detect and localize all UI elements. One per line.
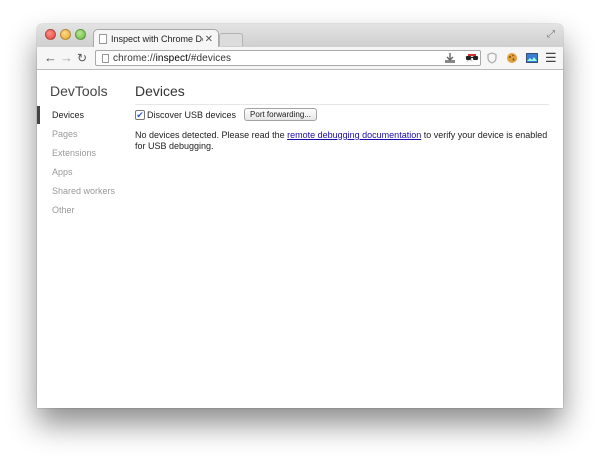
fullscreen-icon[interactable]: ⤢ xyxy=(547,29,555,40)
tab-inspect[interactable]: Inspect with Chrome Devel ✕ xyxy=(93,29,219,48)
menu-icon[interactable]: ☰ xyxy=(545,50,557,66)
url-host: inspect xyxy=(155,52,188,64)
sidebar: DevTools Devices Pages Extensions Apps S… xyxy=(37,70,125,408)
url-path: /#devices xyxy=(187,52,232,64)
download-extension-icon[interactable] xyxy=(443,51,457,65)
page-icon xyxy=(99,34,107,44)
window-controls xyxy=(45,29,86,40)
page-title: Devices xyxy=(135,83,185,99)
url-text: chrome://inspect/#devices xyxy=(113,53,231,64)
address-bar[interactable]: chrome://inspect/#devices ☆ xyxy=(95,50,481,66)
shield-extension-icon[interactable] xyxy=(485,51,499,65)
sidebar-item-pages[interactable]: Pages xyxy=(37,125,125,143)
browser-window: Inspect with Chrome Devel ✕ ⤢ ← → ↻ chro… xyxy=(37,24,563,408)
back-arrow-icon[interactable]: ← xyxy=(44,50,57,66)
tab-title: Inspect with Chrome Devel xyxy=(111,34,203,44)
discover-usb-label[interactable]: Discover USB devices xyxy=(147,110,236,120)
screen-extension-icon[interactable] xyxy=(525,51,539,65)
zoom-window-button[interactable] xyxy=(75,29,86,40)
new-tab-button[interactable] xyxy=(219,33,243,46)
sidebar-item-other[interactable]: Other xyxy=(37,201,125,219)
sidebar-item-apps[interactable]: Apps xyxy=(37,163,125,181)
forward-arrow-icon[interactable]: → xyxy=(60,50,73,66)
cookie-extension-icon[interactable] xyxy=(505,51,519,65)
sidebar-item-shared-workers[interactable]: Shared workers xyxy=(37,182,125,200)
close-window-button[interactable] xyxy=(45,29,56,40)
page-icon xyxy=(102,53,109,63)
url-scheme: chrome:// xyxy=(113,52,156,64)
sidebar-item-devices[interactable]: Devices xyxy=(37,106,125,124)
title-bar: Inspect with Chrome Devel ✕ ⤢ xyxy=(37,24,563,48)
reload-icon[interactable]: ↻ xyxy=(77,50,87,66)
no-devices-message: No devices detected. Please read the rem… xyxy=(135,130,549,152)
sidebar-item-extensions[interactable]: Extensions xyxy=(37,144,125,162)
header-divider xyxy=(135,104,549,105)
remote-debugging-docs-link[interactable]: remote debugging documentation xyxy=(287,130,421,140)
browser-toolbar: ← → ↻ chrome://inspect/#devices ☆ ☰ xyxy=(37,47,563,70)
message-text-before: No devices detected. Please read the xyxy=(135,130,288,140)
tab-close-icon[interactable]: ✕ xyxy=(205,34,213,45)
glasses-extension-icon[interactable] xyxy=(465,51,479,65)
sidebar-title: DevTools xyxy=(50,83,108,99)
main-panel: Devices ✔ Discover USB devices Port forw… xyxy=(135,70,549,408)
port-forwarding-button[interactable]: Port forwarding... xyxy=(244,108,317,121)
page-content: DevTools Devices Pages Extensions Apps S… xyxy=(37,70,563,408)
minimize-window-button[interactable] xyxy=(60,29,71,40)
discover-usb-checkbox[interactable]: ✔ xyxy=(135,109,145,120)
device-options: ✔ Discover USB devices Port forwarding..… xyxy=(135,108,317,121)
